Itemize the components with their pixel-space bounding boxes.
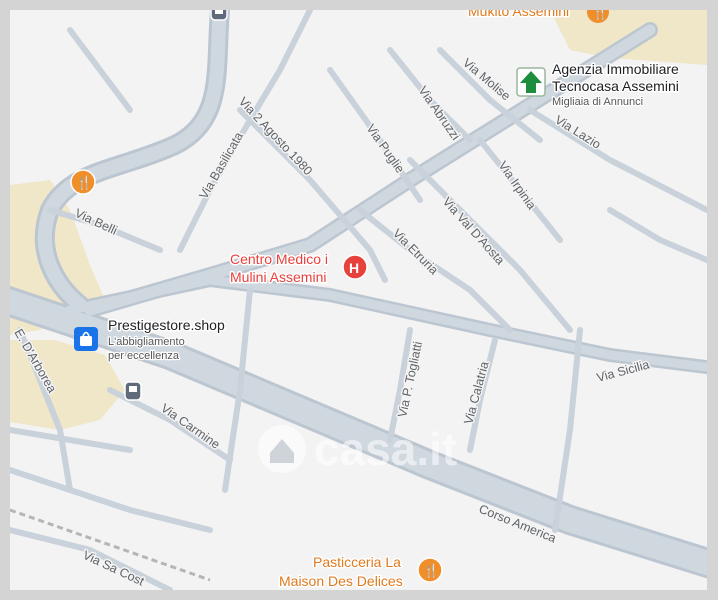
watermark: casa.it (258, 423, 457, 475)
watermark-text: casa.it (314, 423, 457, 475)
poi-agency-title-line1: Agenzia Immobiliare (552, 61, 679, 77)
poi-prestige-subtitle-line1: L'abbigliamento (108, 336, 185, 348)
poi-bus-stop[interactable] (124, 381, 142, 401)
real-estate-icon (516, 67, 546, 97)
poi-agency-title-line2: Tecnocasa Assemini (552, 78, 679, 94)
poi-medical-title-line2: Mulini Assemini (230, 269, 326, 285)
bus-stop-top-window (215, 10, 223, 14)
shop-bag-body (80, 336, 92, 346)
bus-stop-icon (124, 381, 142, 401)
hospital-glyph: H (349, 260, 359, 276)
poi-medical-title-line1: Centro Medico i (230, 251, 328, 267)
poi-restaurant-west[interactable]: 🍴 (70, 169, 96, 195)
bus-stop-window (129, 386, 137, 392)
map-canvas[interactable]: Via 2 Agosto 1980 Via Basilicata Via Mol… (10, 10, 707, 590)
poi-prestige-subtitle-line2: per eccellenza (108, 350, 180, 362)
restaurant-glyph-mukito: 🍴 (592, 10, 608, 21)
poi-pasticceria-title-line2: Maison Des Delices (279, 573, 403, 589)
map-frame: Via 2 Agosto 1980 Via Basilicata Via Mol… (0, 0, 718, 600)
shopping-bag-icon (74, 327, 98, 351)
restaurant-icon: 🍴 (417, 557, 443, 583)
poi-pasticceria-title-line1: Pasticceria La (313, 554, 401, 570)
restaurant-glyph-west: 🍴 (76, 175, 92, 191)
restaurant-glyph-pasticceria: 🍴 (423, 563, 439, 579)
poi-mukito-title: Mukito Assemini (468, 10, 569, 19)
poi-bus-stop-top[interactable] (210, 10, 228, 21)
hospital-icon: H (342, 254, 368, 280)
poi-prestige-title: Prestigestore.shop (108, 317, 225, 333)
bus-stop-icon (210, 10, 228, 21)
restaurant-icon: 🍴 (70, 169, 96, 195)
poi-agency-subtitle: Migliaia di Annunci (552, 96, 643, 108)
